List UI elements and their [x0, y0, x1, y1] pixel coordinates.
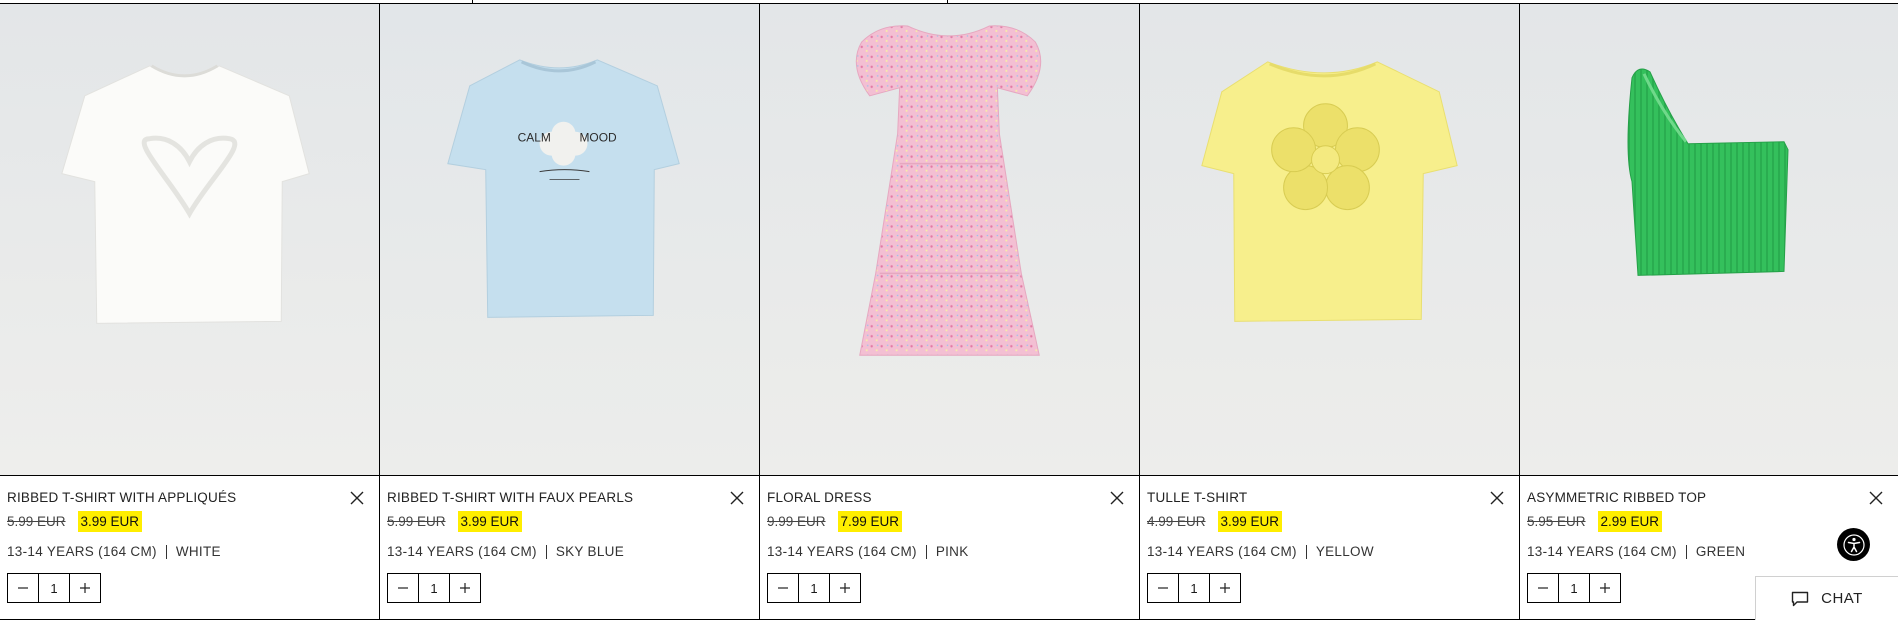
plus-icon[interactable]: [830, 574, 860, 602]
quantity-stepper: 1: [1147, 573, 1241, 603]
color-label: GREEN: [1695, 544, 1746, 559]
price-row: 4.99 EUR 3.99 EUR: [1147, 510, 1512, 532]
minus-icon[interactable]: [388, 574, 418, 602]
print-right: MOOD: [579, 131, 617, 145]
print-left: CALM: [518, 131, 551, 145]
old-price: 5.95 EUR: [1527, 513, 1586, 529]
minus-icon[interactable]: [1528, 574, 1558, 602]
product-name[interactable]: RIBBED T-SHIRT WITH APPLIQUÉS: [7, 490, 372, 506]
product-grid: RIBBED T-SHIRT WITH APPLIQUÉS 5.99 EUR 3…: [0, 4, 1898, 620]
product-info: FLORAL DRESS 9.99 EUR 7.99 EUR 13-14 YEA…: [760, 476, 1139, 619]
close-icon[interactable]: [1109, 490, 1125, 506]
old-price: 5.99 EUR: [7, 513, 66, 529]
product-card: CALM MOOD RIBBED T-SHIRT WITH FAUX PEARL…: [380, 4, 760, 620]
price-row: 9.99 EUR 7.99 EUR: [767, 510, 1132, 532]
size-label: 13-14 YEARS (164 CM): [1147, 544, 1297, 559]
quantity-value[interactable]: 1: [1558, 574, 1590, 602]
plus-icon[interactable]: [70, 574, 100, 602]
green-asymmetric-top-image[interactable]: [1520, 4, 1898, 476]
quantity-value[interactable]: 1: [38, 574, 70, 602]
chat-label: CHAT: [1821, 590, 1863, 607]
price-row: 5.99 EUR 3.99 EUR: [387, 510, 752, 532]
sale-price: 3.99 EUR: [1217, 510, 1283, 532]
divider: [545, 544, 547, 559]
plus-icon[interactable]: [1210, 574, 1240, 602]
white-ribbed-tshirt-heart-image[interactable]: [0, 4, 379, 476]
divider: [925, 544, 927, 559]
old-price: 4.99 EUR: [1147, 513, 1206, 529]
pink-floral-dress-image[interactable]: [760, 4, 1139, 476]
close-icon[interactable]: [349, 490, 365, 506]
sale-price: 2.99 EUR: [1597, 510, 1663, 532]
quantity-stepper: 1: [7, 573, 101, 603]
old-price: 5.99 EUR: [387, 513, 446, 529]
quantity-value[interactable]: 1: [1178, 574, 1210, 602]
close-icon[interactable]: [729, 490, 745, 506]
size-label: 13-14 YEARS (164 CM): [1527, 544, 1677, 559]
product-card: FLORAL DRESS 9.99 EUR 7.99 EUR 13-14 YEA…: [760, 4, 1140, 620]
close-icon[interactable]: [1489, 490, 1505, 506]
minus-icon[interactable]: [8, 574, 38, 602]
color-label: YELLOW: [1315, 544, 1374, 559]
quantity-value[interactable]: 1: [418, 574, 450, 602]
plus-icon[interactable]: [1590, 574, 1620, 602]
sale-price: 3.99 EUR: [77, 510, 143, 532]
product-name[interactable]: FLORAL DRESS: [767, 490, 1132, 506]
product-info: RIBBED T-SHIRT WITH FAUX PEARLS 5.99 EUR…: [380, 476, 759, 619]
size-label: 13-14 YEARS (164 CM): [7, 544, 157, 559]
chat-button[interactable]: CHAT: [1755, 576, 1898, 620]
size-label: 13-14 YEARS (164 CM): [387, 544, 537, 559]
chat-bubble-icon: [1791, 591, 1809, 606]
variant-info: 13-14 YEARS (164 CM) PINK: [767, 544, 1132, 559]
quantity-stepper: 1: [1527, 573, 1621, 603]
old-price: 9.99 EUR: [767, 513, 826, 529]
variant-info: 13-14 YEARS (164 CM) SKY BLUE: [387, 544, 752, 559]
yellow-tulle-tshirt-image[interactable]: [1140, 4, 1519, 476]
product-card: ASYMMETRIC RIBBED TOP 5.95 EUR 2.99 EUR …: [1520, 4, 1898, 620]
blue-tshirt-calm-mood-image[interactable]: CALM MOOD: [380, 4, 759, 476]
quantity-stepper: 1: [767, 573, 861, 603]
product-name[interactable]: TULLE T-SHIRT: [1147, 490, 1512, 506]
price-row: 5.95 EUR 2.99 EUR: [1527, 510, 1891, 532]
minus-icon[interactable]: [768, 574, 798, 602]
color-label: PINK: [935, 544, 969, 559]
color-label: SKY BLUE: [555, 544, 625, 559]
plus-icon[interactable]: [450, 574, 480, 602]
product-info: RIBBED T-SHIRT WITH APPLIQUÉS 5.99 EUR 3…: [0, 476, 379, 619]
product-info: TULLE T-SHIRT 4.99 EUR 3.99 EUR 13-14 YE…: [1140, 476, 1519, 619]
quantity-stepper: 1: [387, 573, 481, 603]
divider: [165, 544, 167, 559]
variant-info: 13-14 YEARS (164 CM) YELLOW: [1147, 544, 1512, 559]
divider: [1685, 544, 1687, 559]
close-icon[interactable]: [1868, 490, 1884, 506]
product-name[interactable]: ASYMMETRIC RIBBED TOP: [1527, 490, 1891, 506]
product-name[interactable]: RIBBED T-SHIRT WITH FAUX PEARLS: [387, 490, 752, 506]
product-card: RIBBED T-SHIRT WITH APPLIQUÉS 5.99 EUR 3…: [0, 4, 380, 620]
sale-price: 7.99 EUR: [837, 510, 903, 532]
product-card: TULLE T-SHIRT 4.99 EUR 3.99 EUR 13-14 YE…: [1140, 4, 1520, 620]
quantity-value[interactable]: 1: [798, 574, 830, 602]
divider: [1305, 544, 1307, 559]
size-label: 13-14 YEARS (164 CM): [767, 544, 917, 559]
sale-price: 3.99 EUR: [457, 510, 523, 532]
price-row: 5.99 EUR 3.99 EUR: [7, 510, 372, 532]
minus-icon[interactable]: [1148, 574, 1178, 602]
color-label: WHITE: [175, 544, 221, 559]
variant-info: 13-14 YEARS (164 CM) WHITE: [7, 544, 372, 559]
accessibility-icon[interactable]: [1837, 528, 1870, 561]
